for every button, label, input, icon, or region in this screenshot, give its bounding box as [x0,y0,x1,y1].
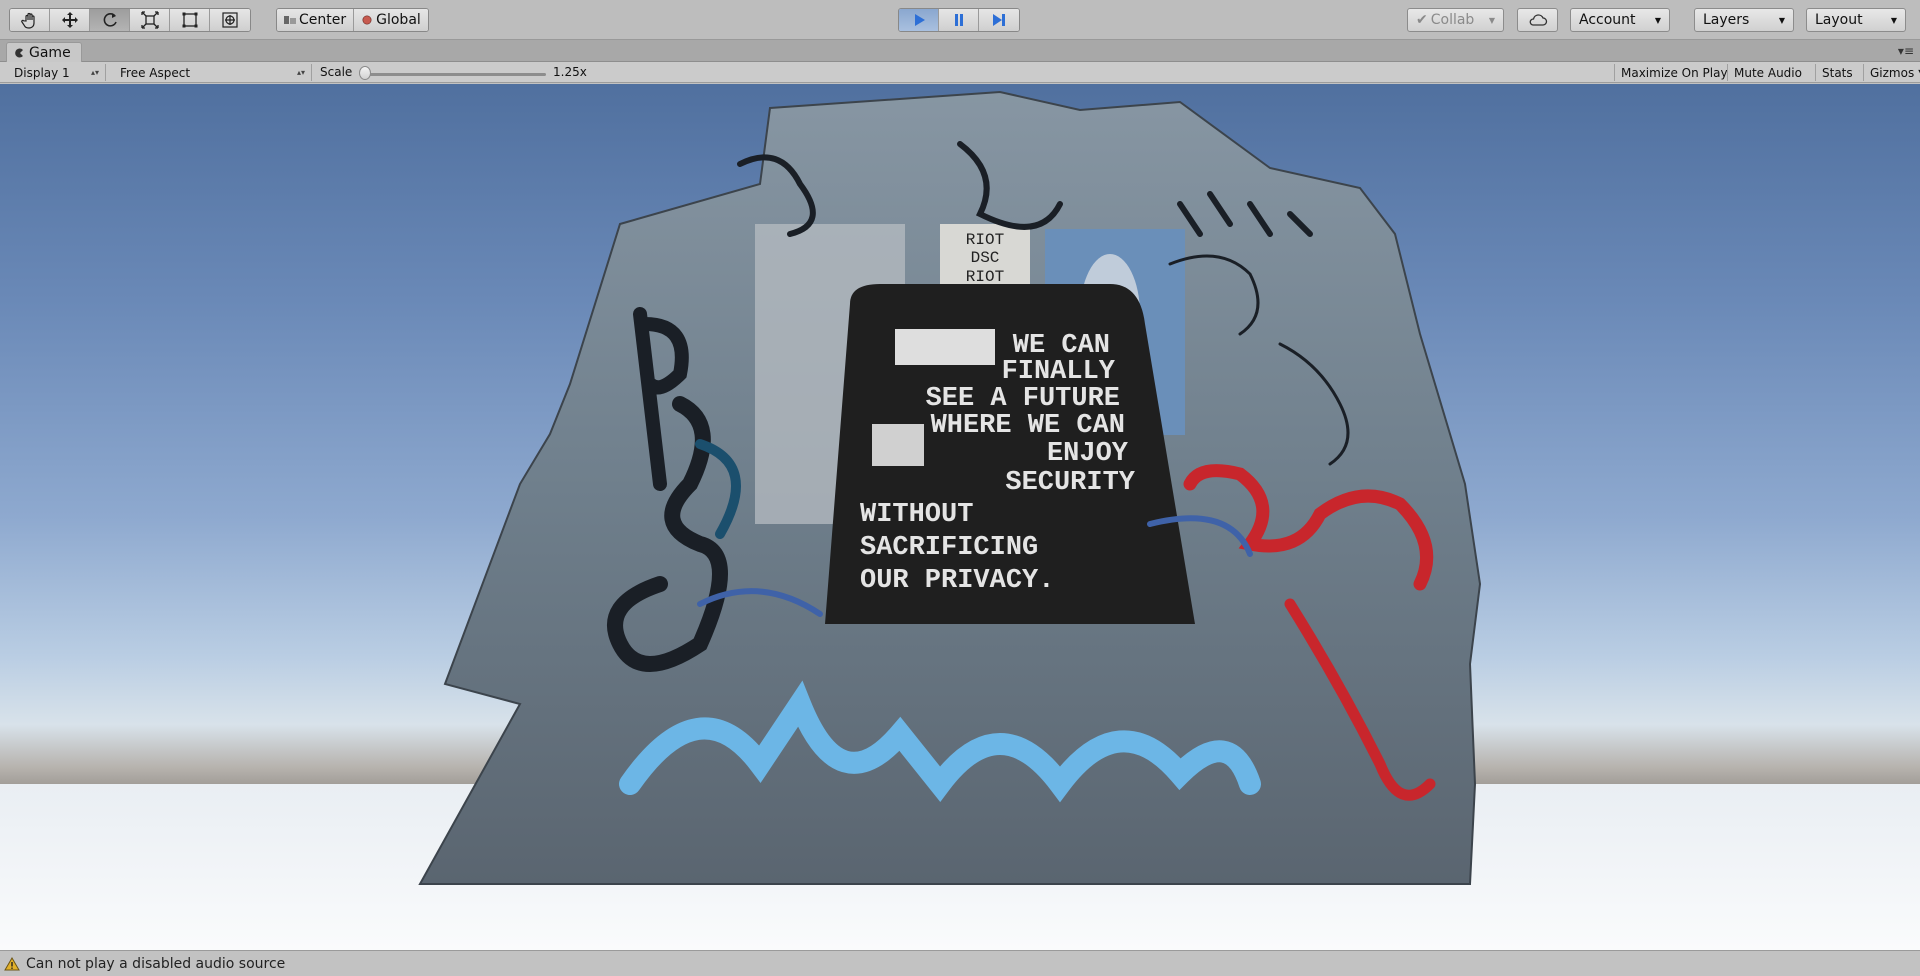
display-value: Display 1 [14,65,70,80]
globe-icon [362,15,372,25]
poster-line: FINALLY [1002,357,1116,387]
collab-button[interactable]: ✔ Collab ▼ [1407,8,1504,32]
maximize-on-play-toggle[interactable]: Maximize On Play [1614,64,1734,81]
stats-toggle[interactable]: Stats [1815,64,1859,81]
move-arrows-icon [61,12,78,28]
rect-transform-icon [182,12,197,28]
graffiti-wall-model: RIOT DSC RIOT WE CAN FINALLY SEE A FUTUR… [418,90,1482,885]
game-view-controls: Display 1 ▴▾ Free Aspect ▴▾ Scale 1.25x … [0,62,1920,83]
playback-controls [898,8,1020,32]
chevron-down-icon: ▼ [1778,15,1785,25]
chevron-down-icon: ▼ [1488,15,1495,25]
scale-icon [140,11,159,29]
gizmos-dropdown[interactable]: Gizmos ▼ [1863,64,1920,81]
tab-game-label: Game [29,44,71,61]
aspect-dropdown[interactable]: Free Aspect ▴▾ [112,64,312,81]
game-viewport[interactable]: RIOT DSC RIOT WE CAN FINALLY SEE A FUTUR… [0,84,1920,950]
pivot-rotation-label: Global [376,12,421,28]
status-message: Can not play a disabled audio source [26,955,286,972]
poster-line: SECURITY [1005,468,1135,498]
svg-text:DSC: DSC [971,249,1000,267]
move-tool-button[interactable] [50,9,90,31]
account-dropdown[interactable]: Account ▼ [1570,8,1670,32]
pivot-rotation-button[interactable]: Global [354,9,428,31]
display-dropdown[interactable]: Display 1 ▴▾ [6,64,106,81]
poster-line: SEE A FUTURE [926,384,1120,414]
rotate-icon [103,13,117,27]
layout-label: Layout [1815,12,1863,28]
transform-tool-button[interactable] [210,9,250,31]
poster-line: OUR PRIVACY. [860,566,1054,596]
mute-audio-toggle[interactable]: Mute Audio [1727,64,1808,81]
play-icon [914,14,925,26]
pivot-center-icon [284,16,296,24]
panel-tab-bar: Game ▾≡ [0,40,1920,62]
poster-line: WITHOUT [860,500,973,530]
tab-game[interactable]: Game [6,42,82,62]
chevron-down-icon: ▼ [1654,15,1661,25]
cloud-icon [1529,14,1547,26]
stats-label: Stats [1822,65,1853,80]
hand-tool-button[interactable] [10,9,50,31]
updown-arrow-icon: ▴▾ [296,68,305,77]
updown-arrow-icon: ▴▾ [90,68,99,77]
cloud-button[interactable] [1517,8,1558,32]
scale-value: 1.25x [553,65,587,79]
hand-icon [20,12,35,29]
layers-label: Layers [1703,12,1750,28]
poster-line: SACRIFICING [860,533,1038,563]
game-tab-icon [15,48,23,57]
aspect-value: Free Aspect [120,65,191,80]
step-icon [993,14,1005,26]
poster-line: ENJOY [1047,439,1129,469]
svg-text:RIOT: RIOT [966,268,1004,286]
collab-label: Collab [1430,12,1475,28]
pivot-mode-button[interactable]: Center [277,9,355,31]
pivot-toggles: Center Global [276,8,429,32]
rotate-tool-button[interactable] [90,9,130,31]
rect-tool-button[interactable] [170,9,210,31]
play-button[interactable] [899,9,939,31]
check-icon: ✔ [1416,12,1428,28]
scale-tool-button[interactable] [130,9,170,31]
maximize-on-play-label: Maximize On Play [1621,65,1728,80]
scale-label: Scale [320,65,353,79]
scale-slider-thumb[interactable] [359,66,371,80]
poster-line: WHERE WE CAN [931,411,1125,441]
pause-button[interactable] [939,9,979,31]
sticker-text: RIOT [966,231,1004,249]
layers-dropdown[interactable]: Layers ▼ [1694,8,1794,32]
step-button[interactable] [979,9,1019,31]
chevron-down-icon: ▼ [1890,15,1897,25]
scale-slider-track[interactable] [364,73,546,76]
console-status-bar[interactable]: Can not play a disabled audio source [0,950,1920,976]
warning-icon [4,956,20,970]
layout-dropdown[interactable]: Layout ▼ [1806,8,1906,32]
transform-tools [9,8,251,32]
gizmos-label: Gizmos [1870,65,1915,80]
pause-icon [954,14,963,26]
qr-code [872,424,924,466]
pivot-mode-label: Center [299,12,347,28]
account-label: Account [1579,12,1636,28]
combined-transform-icon [222,12,238,28]
panel-menu-icon[interactable]: ▾≡ [1898,44,1914,58]
main-toolbar: Center Global ✔ Collab ▼ Account ▼ Layer… [0,0,1920,40]
mute-audio-label: Mute Audio [1734,65,1802,80]
